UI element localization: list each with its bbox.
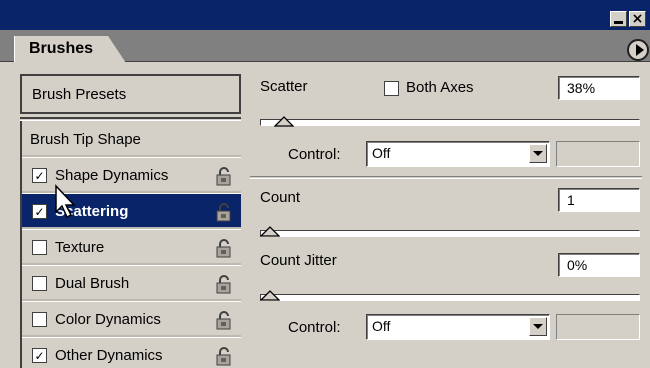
scatter-slider[interactable] [260, 119, 640, 126]
sidebar-item-brush-tip-shape[interactable]: Brush Tip Shape [20, 122, 241, 158]
sidebar-item-color-dynamics[interactable]: Color Dynamics [20, 302, 241, 338]
sidebar-item-label: Texture [55, 239, 105, 256]
both-axes-checkbox[interactable] [384, 81, 399, 96]
checkmark-icon: ✓ [34, 168, 45, 183]
scatter-control-amount [556, 141, 640, 167]
count-slider[interactable] [260, 230, 640, 237]
count-jitter-value: 0% [567, 257, 588, 273]
count-value: 1 [567, 192, 575, 208]
scattering-checkbox[interactable]: ✓ [32, 204, 47, 219]
checkmark-icon: ✓ [34, 204, 45, 219]
sidebar-item-label: Dual Brush [55, 275, 130, 292]
count-jitter-control-label: Control: [288, 319, 341, 336]
minimize-icon [614, 21, 623, 24]
section-divider [250, 176, 642, 179]
count-jitter-value-input[interactable]: 0% [558, 253, 640, 277]
lock-icon[interactable] [215, 346, 233, 366]
dual-brush-checkbox[interactable] [32, 276, 47, 291]
count-label: Count [260, 189, 301, 206]
checkmark-icon: ✓ [34, 348, 45, 363]
scatter-control-select[interactable]: Off [366, 141, 550, 167]
brushes-panel-content: Brush Presets Brush Tip Shape ✓ Shape Dy… [0, 62, 650, 368]
tab-brushes-label: Brushes [29, 40, 94, 57]
other-dynamics-checkbox[interactable]: ✓ [32, 348, 47, 363]
chevron-down-icon[interactable] [529, 317, 547, 336]
sidebar-item-texture[interactable]: Texture [20, 230, 241, 266]
sidebar-item-scattering[interactable]: ✓ Scattering [20, 194, 241, 230]
tab-brushes[interactable]: Brushes [14, 36, 126, 63]
scatter-control-label: Control: [288, 146, 341, 163]
sidebar-item-label: Other Dynamics [55, 347, 163, 364]
brush-presets-label: Brush Presets [32, 86, 127, 103]
lock-icon[interactable] [215, 274, 233, 294]
texture-checkbox[interactable] [32, 240, 47, 255]
count-jitter-control-value: Off [372, 318, 391, 334]
lock-icon[interactable] [215, 202, 233, 222]
scattering-settings: Scatter Both Axes 38% Control: Off Count… [250, 62, 650, 368]
count-jitter-label: Count Jitter [260, 252, 337, 269]
sidebar-item-label: Brush Tip Shape [30, 131, 141, 148]
close-button[interactable]: × [629, 11, 646, 27]
scatter-value: 38% [567, 80, 596, 96]
minimize-button[interactable] [610, 11, 627, 27]
panel-menu-button[interactable] [627, 39, 649, 61]
sidebar-item-label: Color Dynamics [55, 311, 161, 328]
sidebar-item-label: Shape Dynamics [55, 167, 169, 184]
scatter-label: Scatter [260, 78, 308, 95]
shape-dynamics-checkbox[interactable]: ✓ [32, 168, 47, 183]
sidebar-item-other-dynamics[interactable]: ✓ Other Dynamics [20, 338, 241, 368]
sidebar-item-dual-brush[interactable]: Dual Brush [20, 266, 241, 302]
lock-icon[interactable] [215, 166, 233, 186]
count-slider-thumb[interactable] [260, 225, 280, 237]
lock-icon[interactable] [215, 310, 233, 330]
both-axes-label: Both Axes [406, 79, 474, 96]
count-jitter-slider-thumb[interactable] [260, 289, 280, 301]
scatter-slider-thumb[interactable] [273, 115, 294, 127]
count-jitter-control-select[interactable]: Off [366, 314, 550, 340]
chevron-down-icon[interactable] [529, 144, 547, 163]
color-dynamics-checkbox[interactable] [32, 312, 47, 327]
sidebar-item-shape-dynamics[interactable]: ✓ Shape Dynamics [20, 158, 241, 194]
menu-arrow-icon [635, 44, 644, 56]
count-jitter-slider[interactable] [260, 294, 640, 301]
sidebar-item-label: Scattering [55, 203, 129, 220]
brush-settings-list: Brush Presets Brush Tip Shape ✓ Shape Dy… [20, 74, 241, 368]
scatter-value-input[interactable]: 38% [558, 76, 640, 100]
count-jitter-control-amount [556, 314, 640, 340]
close-icon: × [631, 11, 644, 27]
window-title-bar: × [0, 0, 650, 30]
scatter-control-value: Off [372, 145, 391, 161]
panel-tab-strip: Brushes [0, 30, 650, 63]
lock-icon[interactable] [215, 238, 233, 258]
brush-presets-button[interactable]: Brush Presets [20, 74, 241, 114]
list-divider [20, 117, 241, 121]
count-value-input[interactable]: 1 [558, 188, 640, 212]
list-left-border [20, 121, 22, 368]
